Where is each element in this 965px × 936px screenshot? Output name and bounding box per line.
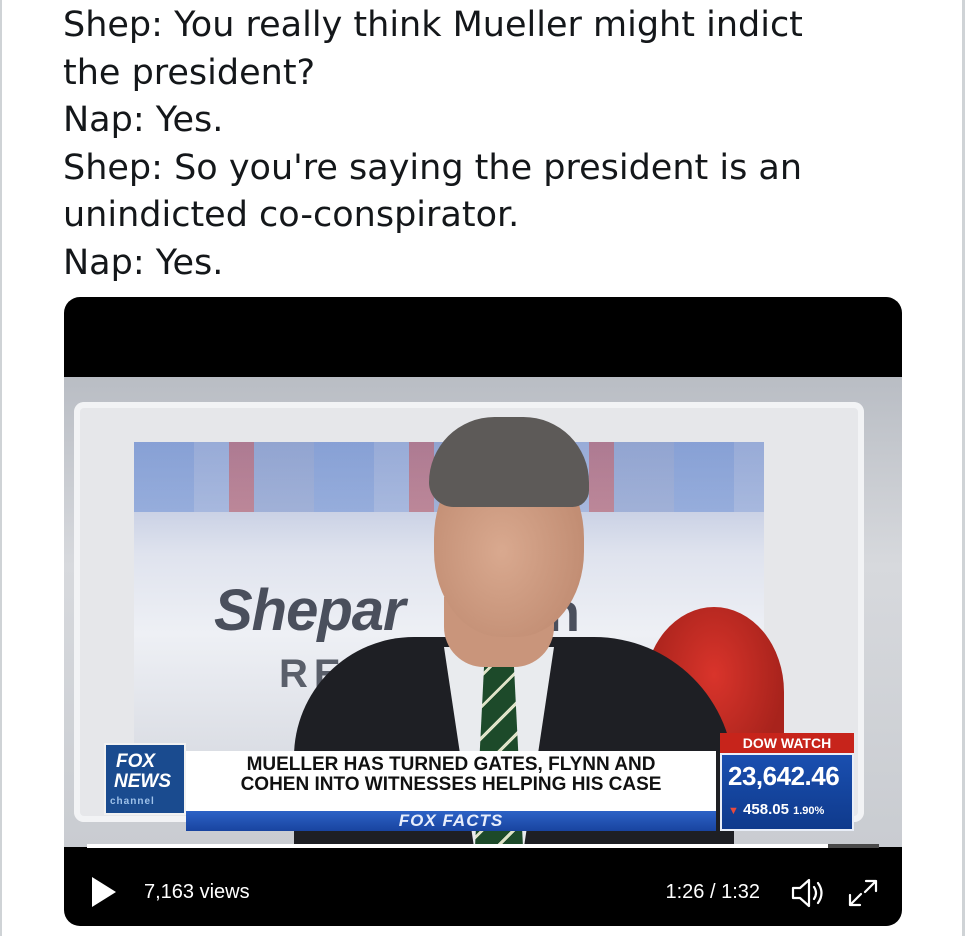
logo-line-2: NEWS [114, 771, 171, 792]
chyron-bar: FOX FACTS [186, 811, 716, 831]
play-button[interactable] [90, 875, 118, 909]
progress-bar[interactable] [87, 844, 879, 848]
window-edge-left [0, 0, 2, 936]
time-display: 1:26 / 1:32 [665, 881, 760, 903]
logo-line-1: FOX [116, 751, 156, 772]
tweet-line: Shep: So you're saying the president is … [63, 147, 803, 188]
view-count: 7,163 views [144, 881, 250, 903]
tweet-line: the president? [63, 52, 316, 93]
tweet-line: Nap: Yes. [63, 100, 224, 140]
progress-fill [87, 844, 828, 848]
logo-line-3: channel [110, 796, 155, 807]
chyron-headline-line-1: MUELLER HAS TURNED GATES, FLYNN AND [246, 754, 656, 775]
tweet-line: Nap: Yes. [63, 242, 224, 283]
video-player[interactable]: Shepar ith RE FOX NEWS channel MUELLER H… [64, 297, 902, 926]
guest-hair [429, 417, 589, 507]
fullscreen-button[interactable] [846, 877, 880, 909]
tweet-line: Shep: You really think Mueller might ind… [63, 5, 803, 45]
tweet-text: Shep: You really think Mueller might ind… [63, 2, 943, 287]
play-icon [92, 877, 116, 907]
dow-watch-body: 23,642.46 ▼ 458.05 1.90% [720, 753, 854, 831]
chyron-headline-line-2: COHEN INTO WITNESSES HELPING HIS CASE [240, 774, 662, 795]
dow-change-percent: 1.90% [793, 805, 825, 817]
chyron-headline: MUELLER HAS TURNED GATES, FLYNN AND COHE… [186, 751, 716, 811]
video-frame[interactable]: Shepar ith RE FOX NEWS channel MUELLER H… [64, 377, 902, 847]
fullscreen-icon [848, 879, 878, 907]
chyron-headline-text: MUELLER HAS TURNED GATES, FLYNN AND COHE… [194, 755, 708, 795]
dow-change-points: 458.05 [743, 801, 789, 818]
down-arrow-icon: ▼ [728, 805, 739, 817]
fox-news-logo: FOX NEWS channel [104, 743, 186, 815]
dow-watch-box: DOW WATCH 23,642.46 ▼ 458.05 1.90% [720, 733, 854, 831]
dow-watch-header: DOW WATCH [720, 733, 854, 753]
tweet-line: unindicted co-conspirator. [63, 195, 520, 235]
volume-icon [791, 878, 823, 908]
dow-change: ▼ 458.05 1.90% [728, 801, 824, 818]
dow-value: 23,642.46 [728, 761, 840, 791]
volume-button[interactable] [790, 877, 828, 909]
